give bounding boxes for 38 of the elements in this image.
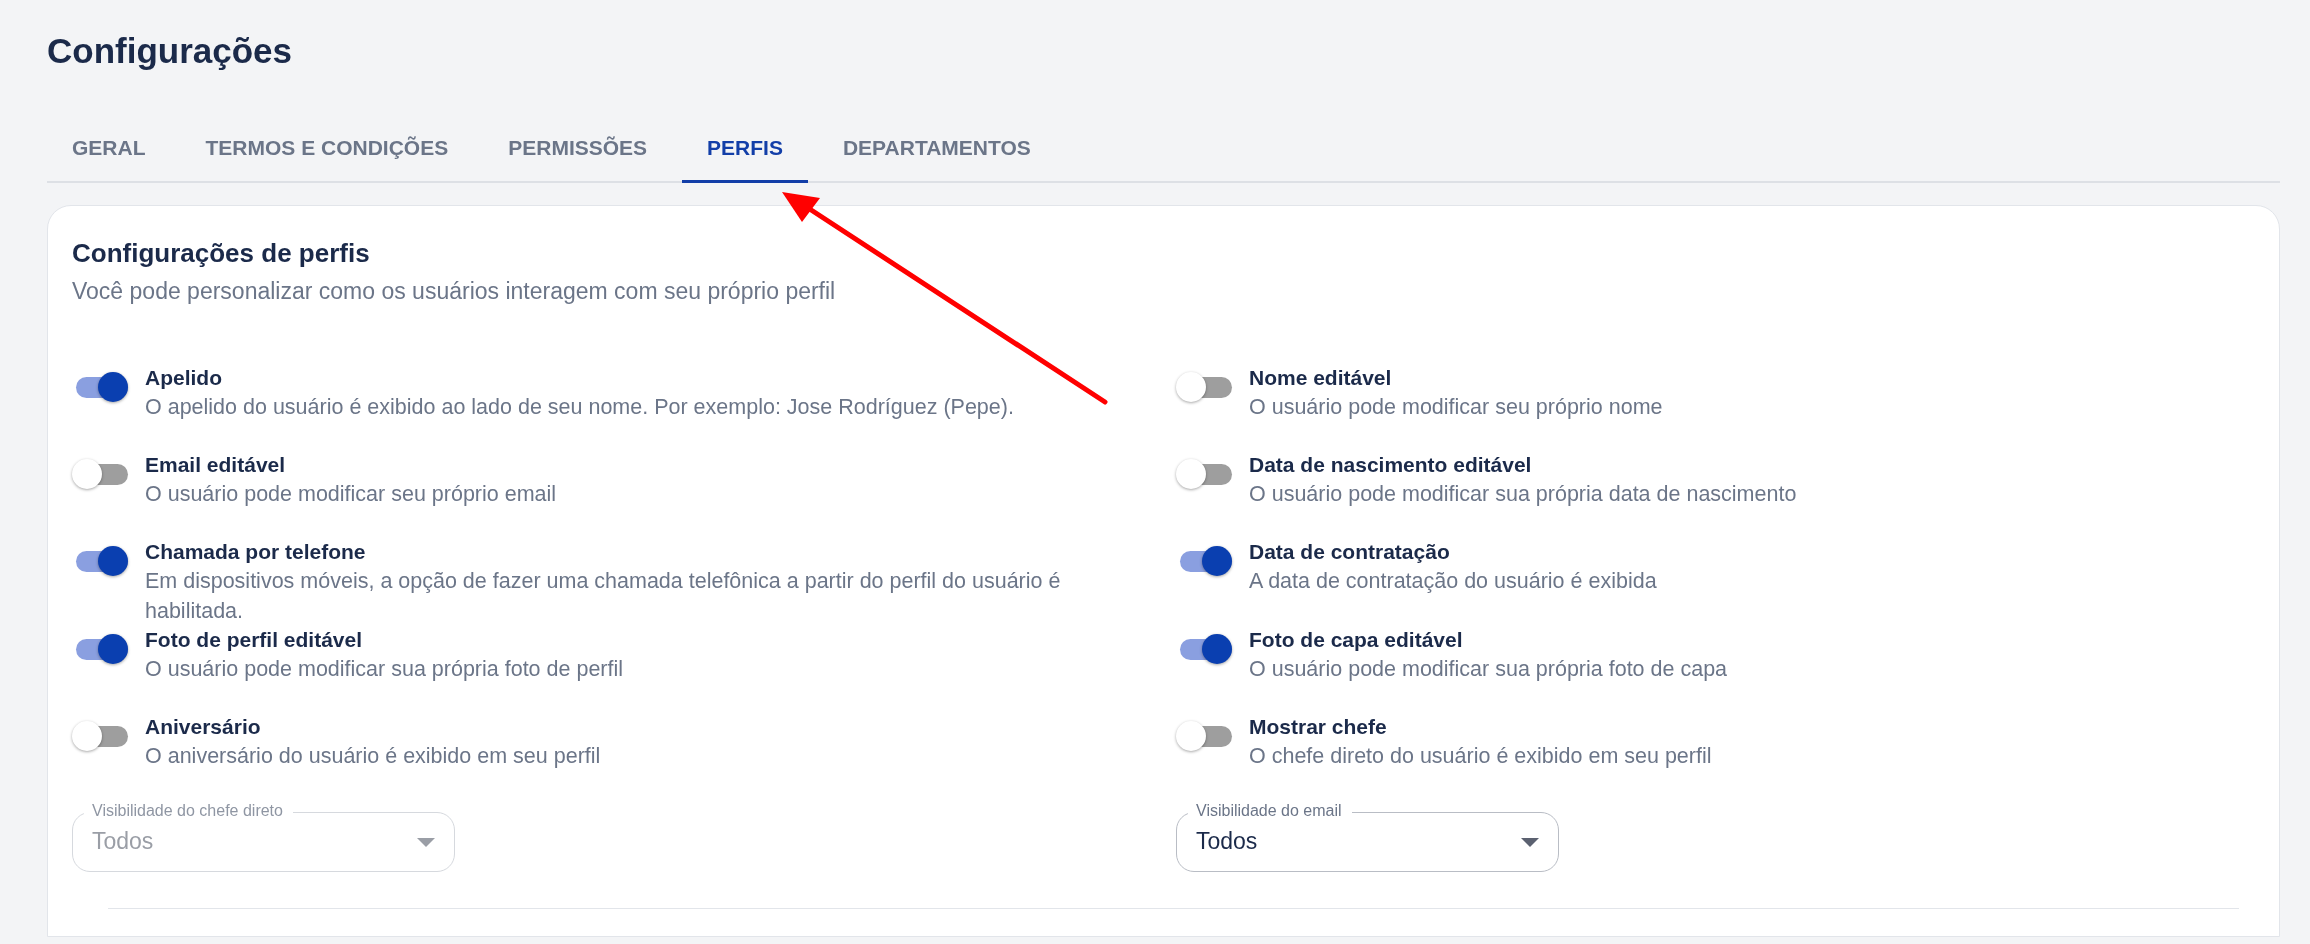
toggle-switch[interactable]: [1176, 370, 1232, 404]
setting-label: Data de contratação: [1249, 539, 1451, 565]
setting-description: O chefe direto do usuário é exibido em seu perfil: [1249, 743, 1712, 770]
caret-icon: [1521, 838, 1539, 847]
setting-description: O usuário pode modificar sua própria data de nascimento: [1249, 481, 1797, 508]
setting-description: O usuário pode modificar sua própria foto de capa: [1249, 656, 1728, 683]
caret-icon: [417, 838, 435, 847]
select-field[interactable]: Visibilidade do email Todos: [1176, 800, 1559, 872]
setting-label: Chamada por telefone: [145, 539, 367, 565]
setting-label: Mostrar chefe: [1249, 714, 1388, 740]
setting-description: O aniversário do usuário é exibido em seu perfil: [145, 743, 601, 770]
setting-description: O apelido do usuário é exibido ao lado de seu nome. Por exemplo: Jose Rodríguez (Pepe).: [145, 394, 1014, 421]
setting-label: Nome editável: [1249, 365, 1393, 391]
card-subtitle: Você pode personalizar como os usuários interagem com seu próprio perfil: [72, 277, 837, 306]
toggle-switch[interactable]: [1176, 457, 1232, 491]
card-title: Configurações de perfis: [72, 237, 371, 270]
tab[interactable]: GERAL: [47, 116, 171, 183]
toggle-switch[interactable]: [72, 457, 128, 491]
field-value: Todos: [1196, 827, 1258, 855]
field-value: Todos: [92, 827, 154, 855]
tab[interactable]: PERFIS: [682, 116, 808, 183]
setting-label: Foto de capa editável: [1249, 627, 1464, 653]
setting-label: Email editável: [145, 452, 287, 478]
toggle-switch[interactable]: [1176, 719, 1232, 753]
toggle-switch[interactable]: [72, 719, 128, 753]
setting-description: Em dispositivos móveis, a opção de fazer uma chamada telefônica a partir do perfil do usuário é habilitada.: [145, 568, 1062, 625]
setting-label: Apelido: [145, 365, 223, 391]
tab[interactable]: PERMISSÕES: [483, 116, 673, 183]
setting-description: O usuário pode modificar seu próprio email: [145, 481, 557, 508]
setting-label: Data de nascimento editável: [1249, 452, 1533, 478]
tab[interactable]: TERMOS E CONDIÇÕES: [180, 116, 474, 183]
setting-description: O usuário pode modificar sua própria foto de perfil: [145, 656, 624, 683]
setting-label: Aniversário: [145, 714, 262, 740]
setting-description: A data de contratação do usuário é exibida: [1249, 568, 1657, 595]
setting-description: O usuário pode modificar seu próprio nome: [1249, 394, 1663, 421]
tab[interactable]: DEPARTAMENTOS: [817, 116, 1056, 183]
setting-label: Foto de perfil editável: [145, 627, 364, 653]
page-title: Configurações: [47, 30, 294, 72]
